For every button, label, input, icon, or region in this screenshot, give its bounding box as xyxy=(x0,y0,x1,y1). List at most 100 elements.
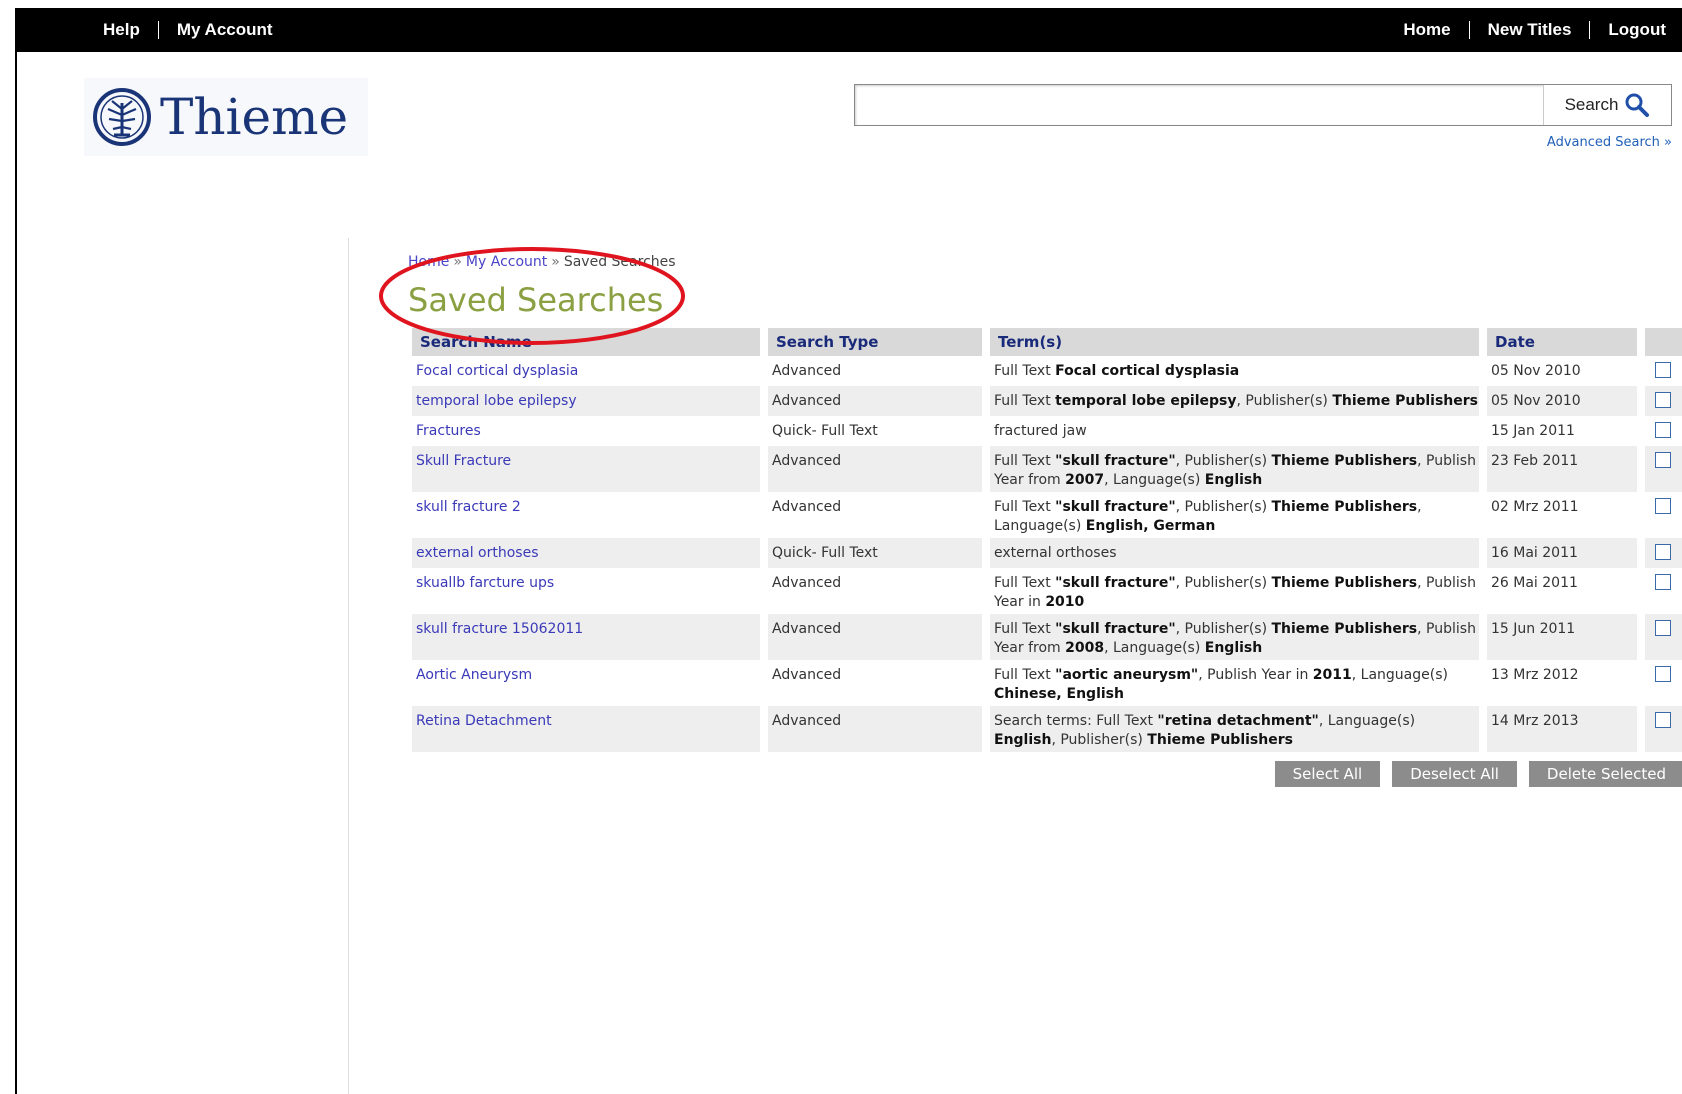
cell-search-name: Focal cortical dysplasia xyxy=(412,356,768,386)
term-value: "skull fracture" xyxy=(1055,499,1176,515)
cell-search-name: skull fracture 2 xyxy=(412,492,768,538)
term-value: "retina detachment" xyxy=(1157,713,1319,729)
header-search-name[interactable]: Search Name xyxy=(412,328,768,356)
cell-select xyxy=(1645,356,1682,386)
saved-search-link[interactable]: skull fracture 15062011 xyxy=(416,621,583,637)
row-checkbox[interactable] xyxy=(1655,574,1671,590)
thieme-logo[interactable]: Thieme xyxy=(84,78,368,156)
term-label: external orthoses xyxy=(994,545,1117,561)
row-checkbox[interactable] xyxy=(1655,362,1671,378)
table-row: external orthoses Quick- Full Text externa… xyxy=(412,538,1682,568)
saved-search-link[interactable]: skuallb farcture ups xyxy=(416,575,554,591)
saved-search-link[interactable]: skull fracture 2 xyxy=(416,499,521,515)
cell-search-name: Skull Fracture xyxy=(412,446,768,492)
breadcrumb-separator: » xyxy=(551,254,560,270)
row-checkbox[interactable] xyxy=(1655,392,1671,408)
header-terms[interactable]: Term(s) xyxy=(990,328,1487,356)
term-value: 2011 xyxy=(1312,667,1352,683)
breadcrumb-my-account[interactable]: My Account xyxy=(466,254,547,270)
term-label: , Publisher(s) xyxy=(1175,575,1272,591)
cell-search-name: skuallb farcture ups xyxy=(412,568,768,614)
cell-search-type: Advanced xyxy=(768,614,990,660)
cell-select xyxy=(1645,568,1682,614)
table-row: skull fracture 2 Advanced Full Text "skull… xyxy=(412,492,1682,538)
page-title: Saved Searches xyxy=(408,281,664,319)
saved-search-link[interactable]: Fractures xyxy=(416,423,481,439)
top-bar-right: Home New Titles Logout xyxy=(1403,8,1666,52)
cell-date: 05 Nov 2010 xyxy=(1487,356,1645,386)
deselect-all-button[interactable]: Deselect All xyxy=(1392,761,1517,787)
term-value: temporal lobe epilepsy xyxy=(1055,393,1237,409)
delete-selected-button[interactable]: Delete Selected xyxy=(1528,761,1682,787)
cell-terms: Full Text "skull fracture", Publisher(s)… xyxy=(990,446,1487,492)
saved-search-link[interactable]: Retina Detachment xyxy=(416,713,552,729)
breadcrumb-home[interactable]: Home xyxy=(408,254,449,270)
breadcrumb-separator: » xyxy=(453,254,462,270)
cell-date: 23 Feb 2011 xyxy=(1487,446,1645,492)
row-checkbox[interactable] xyxy=(1655,422,1671,438)
saved-search-link[interactable]: Skull Fracture xyxy=(416,453,511,469)
top-bar-left: Help My Account xyxy=(103,8,273,52)
search-button[interactable]: Search xyxy=(1543,85,1671,125)
header-search-type[interactable]: Search Type xyxy=(768,328,990,356)
magnifier-icon xyxy=(1625,93,1650,117)
cell-terms: Full Text temporal lobe epilepsy, Publis… xyxy=(990,386,1487,416)
cell-date: 13 Mrz 2012 xyxy=(1487,660,1645,706)
advanced-search-link[interactable]: Advanced Search » xyxy=(1547,135,1672,150)
search-button-label: Search xyxy=(1564,95,1619,114)
row-checkbox[interactable] xyxy=(1655,544,1671,560)
header-date[interactable]: Date xyxy=(1487,328,1645,356)
cell-date: 05 Nov 2010 xyxy=(1487,386,1645,416)
cell-select xyxy=(1645,492,1682,538)
row-checkbox[interactable] xyxy=(1655,712,1671,728)
cell-search-name: temporal lobe epilepsy xyxy=(412,386,768,416)
term-label: Search terms: Full Text xyxy=(994,713,1158,729)
cell-terms: Search terms: Full Text "retina detachme… xyxy=(990,706,1487,752)
term-value: Thieme Publishers xyxy=(1147,732,1293,748)
row-checkbox[interactable] xyxy=(1655,666,1671,682)
term-label: Full Text xyxy=(994,499,1056,515)
saved-search-link[interactable]: Focal cortical dysplasia xyxy=(416,363,578,379)
cell-search-type: Advanced xyxy=(768,356,990,386)
header-select xyxy=(1645,328,1682,356)
search-input[interactable] xyxy=(855,85,1545,125)
row-checkbox[interactable] xyxy=(1655,498,1671,514)
cell-select xyxy=(1645,660,1682,706)
cell-search-type: Advanced xyxy=(768,446,990,492)
term-value: English xyxy=(994,732,1052,748)
cell-terms: Full Text "skull fracture", Publisher(s)… xyxy=(990,614,1487,660)
cell-search-name: Aortic Aneurysm xyxy=(412,660,768,706)
home-link[interactable]: Home xyxy=(1403,20,1450,40)
help-link[interactable]: Help xyxy=(103,20,140,40)
term-value: 2010 xyxy=(1045,594,1085,610)
term-value: "skull fracture" xyxy=(1055,621,1176,637)
term-value: "skull fracture" xyxy=(1055,575,1176,591)
cell-search-type: Advanced xyxy=(768,568,990,614)
frame-top xyxy=(0,0,1682,8)
term-value: 2007 xyxy=(1065,472,1105,488)
thieme-tree-emblem-icon xyxy=(93,88,151,146)
term-value: Chinese, English xyxy=(994,686,1124,702)
cell-search-type: Advanced xyxy=(768,706,990,752)
cell-select xyxy=(1645,706,1682,752)
cell-select xyxy=(1645,386,1682,416)
new-titles-link[interactable]: New Titles xyxy=(1488,20,1572,40)
term-label: , Publisher(s) xyxy=(1175,621,1272,637)
term-value: Thieme Publishers xyxy=(1332,393,1478,409)
row-checkbox[interactable] xyxy=(1655,452,1671,468)
my-account-link[interactable]: My Account xyxy=(177,20,273,40)
saved-search-link[interactable]: Aortic Aneurysm xyxy=(416,667,532,683)
cell-search-name: Fractures xyxy=(412,416,768,446)
row-checkbox[interactable] xyxy=(1655,620,1671,636)
cell-date: 02 Mrz 2011 xyxy=(1487,492,1645,538)
term-value: Thieme Publishers xyxy=(1271,621,1418,637)
cell-date: 15 Jan 2011 xyxy=(1487,416,1645,446)
logout-link[interactable]: Logout xyxy=(1608,20,1666,40)
saved-search-link[interactable]: external orthoses xyxy=(416,545,539,561)
select-all-button[interactable]: Select All xyxy=(1274,761,1381,787)
saved-search-link[interactable]: temporal lobe epilepsy xyxy=(416,393,577,409)
frame-left-border xyxy=(15,8,17,1094)
term-value: "aortic aneurysm" xyxy=(1055,667,1199,683)
breadcrumb: Home» My Account» Saved Searches xyxy=(408,254,676,270)
cell-date: 16 Mai 2011 xyxy=(1487,538,1645,568)
